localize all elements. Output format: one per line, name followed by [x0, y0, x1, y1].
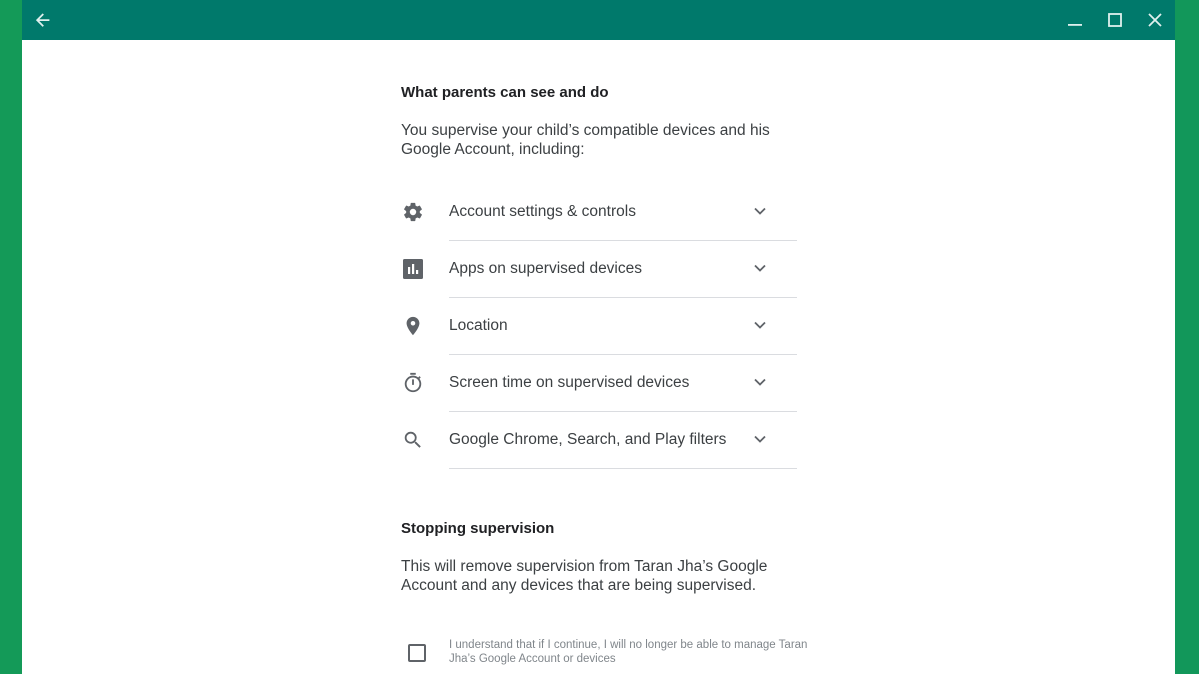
timer-icon: [401, 371, 425, 395]
section-title-stopping: Stopping supervision: [401, 520, 555, 537]
chevron-down-icon[interactable]: [750, 201, 770, 221]
close-button[interactable]: [1135, 0, 1175, 40]
expand-row-account-settings[interactable]: Account settings & controls: [401, 184, 797, 241]
bar-chart-icon: [401, 257, 425, 281]
maximize-icon: [1108, 13, 1122, 27]
close-icon: [1148, 13, 1162, 27]
row-label: Google Chrome, Search, and Play filters: [449, 431, 727, 448]
row-label: Account settings & controls: [449, 203, 636, 220]
minimize-icon: [1068, 24, 1082, 26]
app-window: What parents can see and do You supervis…: [22, 0, 1175, 674]
divider: [449, 468, 797, 469]
maximize-button[interactable]: [1095, 0, 1135, 40]
arrow-left-icon: [35, 13, 50, 27]
expand-row-screen-time[interactable]: Screen time on supervised devices: [401, 355, 797, 412]
checkbox-label: I understand that if I continue, I will …: [449, 639, 808, 665]
expand-row-filters[interactable]: Google Chrome, Search, and Play filters: [401, 412, 797, 469]
back-button[interactable]: [23, 0, 63, 40]
search-icon: [401, 428, 425, 452]
section-title-parents: What parents can see and do: [401, 84, 609, 101]
title-bar: [22, 0, 1175, 40]
chevron-down-icon[interactable]: [750, 315, 770, 335]
chevron-down-icon[interactable]: [750, 429, 770, 449]
row-label: Apps on supervised devices: [449, 260, 643, 277]
row-label: Location: [449, 317, 508, 334]
chevron-down-icon[interactable]: [750, 372, 770, 392]
chevron-down-icon[interactable]: [750, 258, 770, 278]
section-description-stopping: This will remove supervision from Taran …: [401, 558, 768, 594]
row-label: Screen time on supervised devices: [449, 374, 690, 391]
understand-checkbox[interactable]: [408, 644, 426, 662]
gear-icon: [401, 200, 425, 224]
location-pin-icon: [401, 314, 425, 338]
expand-row-location[interactable]: Location: [401, 298, 797, 355]
section-description-parents: You supervise your child’s compatible de…: [401, 122, 770, 158]
minimize-button[interactable]: [1055, 0, 1095, 40]
expand-row-apps[interactable]: Apps on supervised devices: [401, 241, 797, 298]
